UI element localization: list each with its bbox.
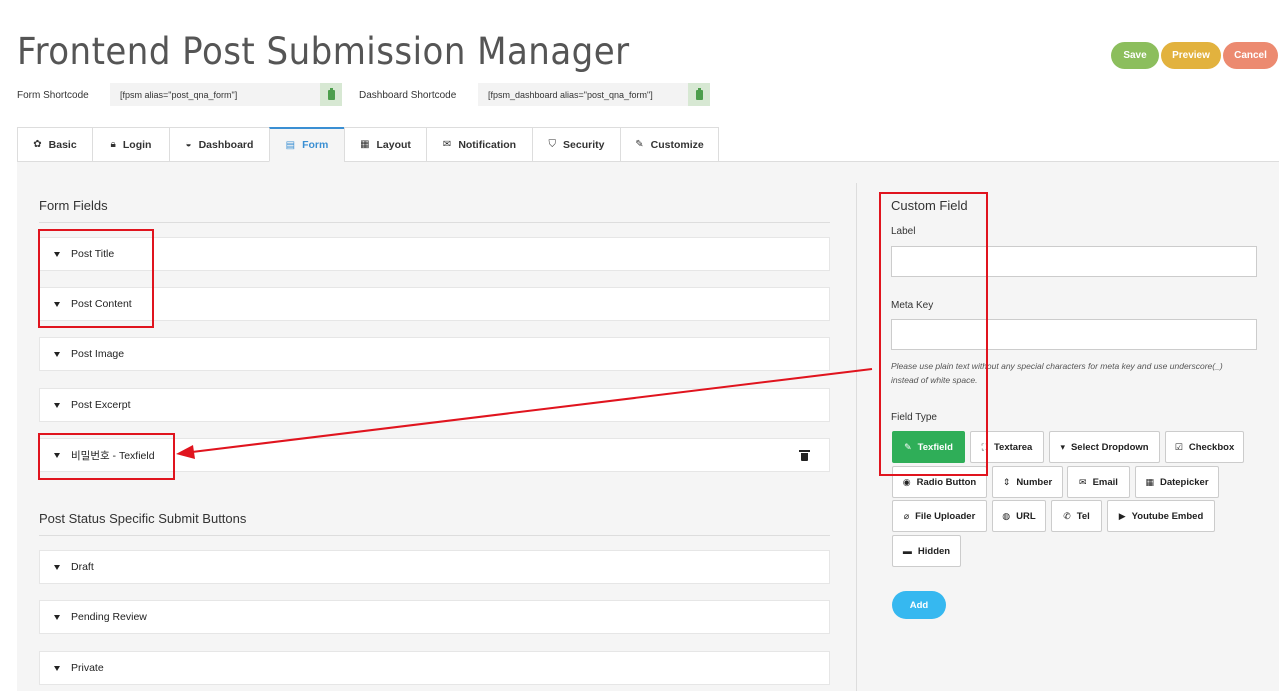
button-label: Select Dropdown [1070,441,1149,453]
save-button[interactable]: Save [1111,42,1159,69]
tab-login[interactable]: 🔒︎ Login [92,127,169,162]
tab-notification[interactable]: ✉ Notification [426,127,532,162]
submit-button-row[interactable]: Private [39,651,830,685]
tab-label: Login [122,138,152,151]
field-label: Draft [71,561,94,573]
field-type-tel-button[interactable]: ✆ Tel [1051,500,1102,532]
button-label: Tel [1076,510,1090,522]
form-shortcode-field[interactable]: [fpsm alias="post_qna_form"] [110,83,320,106]
button-label: Email [1092,476,1118,488]
add-field-button[interactable]: Add [892,591,946,619]
divider [39,535,830,536]
tab-label: Security [563,138,605,151]
form-field-row[interactable]: Post Content [39,287,830,321]
field-type-url-button[interactable]: ◍ URL [992,500,1046,532]
dashboard-shortcode-field[interactable]: [fpsm_dashboard alias="post_qna_form"] [478,83,688,106]
trash-icon[interactable] [799,450,810,461]
field-type-hidden-button[interactable]: ▬ Hidden [892,535,961,567]
brush-icon: ✎ [635,139,644,150]
tab-security[interactable]: ⛉ Security [532,127,620,162]
button-label: Hidden [917,545,951,557]
caret-down-icon [54,564,60,570]
layout-icon: ▦ [360,139,370,150]
caret-square-icon: ▾ [1060,441,1065,452]
tab-label: Customize [650,138,704,151]
tab-layout[interactable]: ▦ Layout [344,127,426,162]
radio-icon: ◉ [902,476,911,487]
phone-icon: ✆ [1063,510,1071,521]
checkbox-icon: ☑ [1174,441,1183,452]
caret-down-icon [54,402,60,408]
lock-icon: 🔒︎ [110,139,116,150]
field-type-select-dropdown-button[interactable]: ▾ Select Dropdown [1049,431,1160,463]
field-label: Pending Review [71,611,147,623]
tab-form[interactable]: ▤ Form [269,127,344,162]
field-type-number-button[interactable]: ⇕ Number [992,466,1063,498]
button-label: Checkbox [1188,441,1235,453]
field-type-email-button[interactable]: ✉ Email [1067,466,1130,498]
tab-label: Layout [376,138,411,151]
tab-customize[interactable]: ✎ Customize [620,127,719,162]
submit-button-row[interactable]: Draft [39,550,830,584]
minus-square-icon: ▬ [902,546,912,556]
tab-label: Basic [48,138,77,151]
form-field-row[interactable]: Post Excerpt [39,388,830,422]
copy-dashboard-shortcode-button[interactable] [688,83,710,106]
button-label: Datepicker [1159,476,1209,488]
button-label: Textarea [993,441,1033,453]
annotation-box [879,192,988,476]
button-label: Radio Button [916,476,977,488]
paperclip-icon: ⌀ [903,510,910,521]
field-type-file-uploader-button[interactable]: ⌀ File Uploader [892,500,987,532]
sort-icon: ⇕ [1002,476,1011,487]
form-field-row[interactable]: Post Title [39,237,830,271]
clipboard-icon [327,87,335,100]
divider [39,222,830,223]
tab-label: Notification [458,138,517,151]
gear-icon: ✿ [33,139,42,150]
form-field-row[interactable]: Post Image [39,337,830,371]
shield-icon: ⛉ [548,139,557,150]
button-label: URL [1016,510,1036,522]
page-title: Frontend Post Submission Manager [17,30,630,73]
annotation-box [38,229,154,328]
globe-icon: ◍ [1002,510,1011,521]
field-label: Post Image [71,348,125,360]
calendar-icon: ▦ [1145,476,1154,487]
tab-label: Form [302,139,329,151]
youtube-icon: ▶ [1118,510,1126,521]
submit-buttons-heading: Post Status Specific Submit Buttons [39,511,247,526]
form-icon: ▤ [285,139,296,151]
button-label: File Uploader [915,510,976,522]
field-label: Post Excerpt [71,399,131,411]
field-type-youtube-embed-button[interactable]: ▶ Youtube Embed [1107,500,1215,532]
form-fields-heading: Form Fields [39,198,108,213]
cancel-button[interactable]: Cancel [1223,42,1278,69]
settings-tabs: ✿ Basic 🔒︎ Login ◒ Dashboard ▤ Form ▦ Layout … [17,127,719,162]
tab-label: Dashboard [198,138,254,151]
caret-down-icon [54,665,60,671]
tab-basic[interactable]: ✿ Basic [17,127,92,162]
preview-button[interactable]: Preview [1161,42,1221,69]
annotation-box [38,433,175,480]
envelope-icon: ✉ [1079,476,1087,487]
copy-form-shortcode-button[interactable] [320,83,342,106]
field-type-datepicker-button[interactable]: ▦ Datepicker [1135,466,1219,498]
field-label: Private [71,662,104,674]
submit-button-row[interactable]: Pending Review [39,600,830,634]
caret-down-icon [54,614,60,620]
field-type-checkbox-button[interactable]: ☑ Checkbox [1165,431,1244,463]
form-shortcode-label: Form Shortcode [17,90,89,101]
column-divider [856,183,857,691]
tab-dashboard[interactable]: ◒ Dashboard [169,127,269,162]
dashboard-shortcode-label: Dashboard Shortcode [359,90,457,101]
envelope-icon: ✉ [442,139,452,150]
clipboard-icon [695,87,703,100]
button-label: Number [1016,476,1053,488]
button-label: Youtube Embed [1131,510,1204,522]
caret-down-icon [54,351,60,357]
dashboard-icon: ◒ [185,139,192,150]
